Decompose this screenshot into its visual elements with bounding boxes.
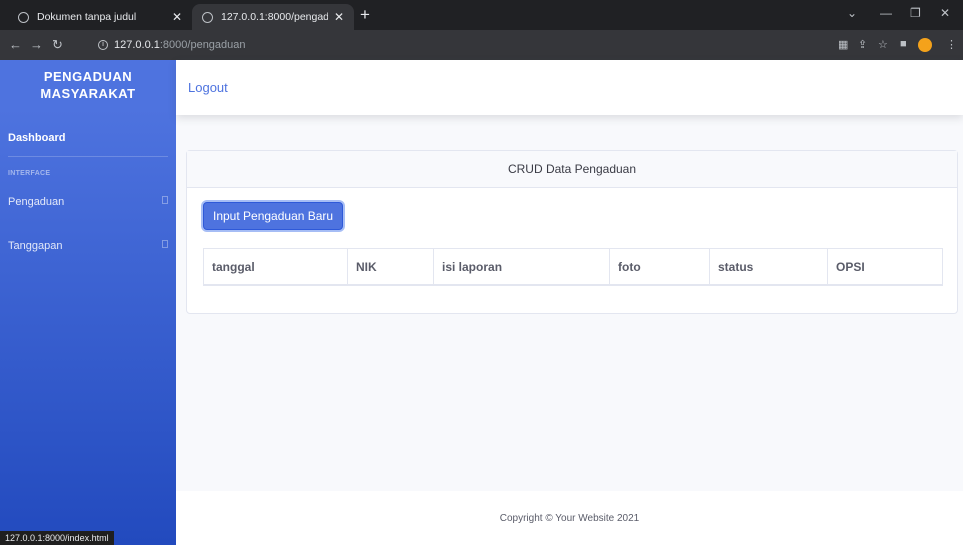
collapse-icon [162,240,168,248]
logout-link[interactable]: Logout [188,80,228,95]
sidebar-item-tanggapan[interactable]: Tanggapan [8,240,168,252]
sidebar-brand[interactable]: PENGADUAN MASYARAKAT [0,68,176,102]
pengaduan-table-header: tanggal NIK isi laporan foto status OPSI [203,248,943,286]
crud-card: CRUD Data Pengaduan Input Pengaduan Baru… [186,150,958,314]
status-bar-url: 127.0.0.1:8000/index.html [0,531,114,545]
column-header-status: status [710,249,828,284]
share-icon[interactable]: ⇪ [858,38,867,51]
column-header-tanggal: tanggal [204,249,348,284]
sidebar-divider [8,156,168,157]
column-header-foto: foto [610,249,710,284]
menu-icon[interactable]: ⋮ [946,38,957,51]
browser-toolbar: ← → ↻ i 127.0.0.1:8000/pengaduan ▦ ⇪ ☆ ■… [0,30,963,60]
tab-title: Dokumen tanpa judul [37,11,137,23]
reload-icon[interactable]: ↻ [52,37,63,53]
footer: Copyright © Your Website 2021 [176,491,963,545]
maximize-icon[interactable]: ❐ [910,6,921,20]
sidebar: PENGADUAN MASYARAKAT Dashboard INTERFACE… [0,60,176,545]
chevron-down-icon[interactable]: ⌄ [847,6,857,20]
forward-icon[interactable]: → [30,37,43,52]
sidepanel-icon[interactable]: ■ [900,38,907,50]
column-header-nik: NIK [348,249,434,284]
sidebar-item-dashboard[interactable]: Dashboard [8,132,65,144]
translate-icon[interactable]: ▦ [838,38,848,51]
url-host: 127.0.0.1 [114,39,160,51]
brand-line1: PENGADUAN [43,69,133,84]
topbar: Logout [176,60,963,115]
column-header-isi-laporan: isi laporan [434,249,610,284]
sidebar-item-label: Tanggapan [8,240,63,252]
close-icon[interactable]: ✕ [172,10,182,24]
tab-title: 127.0.0.1:8000/pengaduan [221,11,328,23]
collapse-icon [162,196,168,204]
globe-icon [18,11,29,23]
new-tab-icon[interactable]: + [360,5,370,25]
window-close-icon[interactable]: ✕ [940,6,950,20]
url-path: :8000/pengaduan [159,39,246,51]
copyright-text: Copyright © Your Website 2021 [499,512,640,524]
browser-tab-active[interactable]: 127.0.0.1:8000/pengaduan ✕ [192,4,354,30]
browser-tab[interactable]: Dokumen tanpa judul ✕ [8,4,192,30]
close-icon[interactable]: ✕ [334,10,344,24]
minimize-icon[interactable]: — [880,6,892,20]
browser-tab-strip: Dokumen tanpa judul ✕ 127.0.0.1:8000/pen… [0,0,963,30]
column-header-opsi: OPSI [836,259,865,274]
globe-icon [202,11,213,23]
info-icon[interactable]: i [98,40,108,50]
card-header: CRUD Data Pengaduan [187,151,957,188]
star-icon[interactable]: ☆ [878,38,888,51]
sidebar-item-pengaduan[interactable]: Pengaduan [8,196,168,208]
brand-line2: MASYARAKAT [40,86,136,101]
sidebar-item-label: Pengaduan [8,196,65,208]
address-bar[interactable]: i 127.0.0.1:8000/pengaduan [90,34,930,56]
sidebar-heading: INTERFACE [8,170,51,177]
profile-avatar[interactable] [918,38,932,52]
input-pengaduan-button[interactable]: Input Pengaduan Baru [203,202,344,230]
back-icon[interactable]: ← [9,37,22,52]
